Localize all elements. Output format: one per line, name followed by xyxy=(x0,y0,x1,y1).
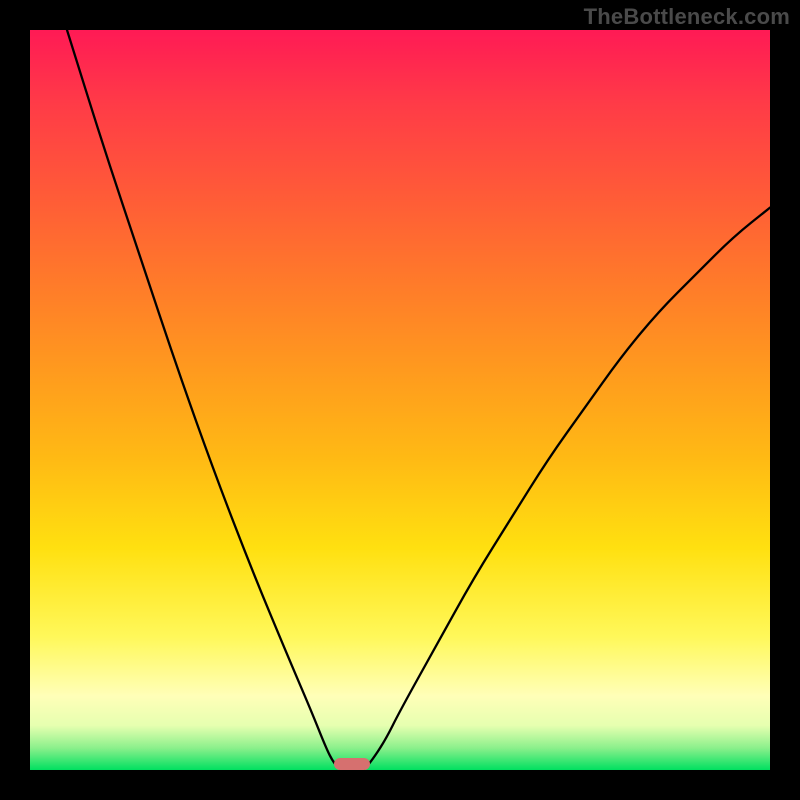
plot-area xyxy=(30,30,770,770)
curve-left-branch xyxy=(67,30,341,770)
curve-right-branch xyxy=(363,208,770,770)
chart-frame: TheBottleneck.com xyxy=(0,0,800,800)
bottleneck-marker xyxy=(334,758,370,770)
curve-svg xyxy=(30,30,770,770)
watermark-text: TheBottleneck.com xyxy=(584,4,790,30)
